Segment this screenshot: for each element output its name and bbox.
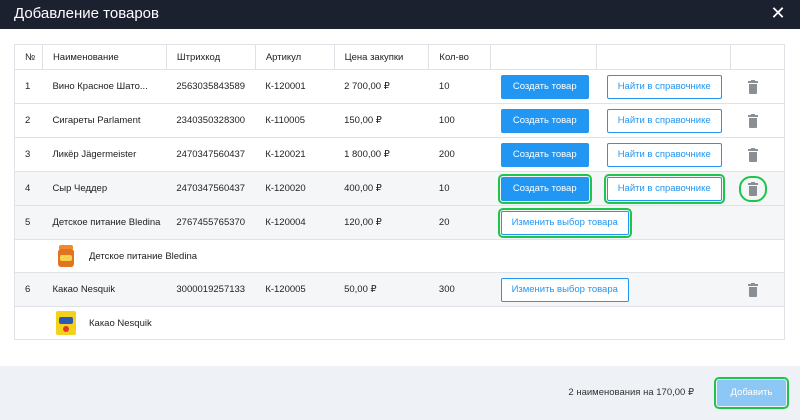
row-name: Ликёр Jägermeister (42, 137, 167, 172)
row-barcode: 2470347560437 (166, 171, 256, 206)
row-qty: 200 (428, 137, 491, 172)
baby-food-jar-image (55, 244, 77, 268)
table-row: 3 Ликёр Jägermeister 2470347560437 К-120… (14, 137, 785, 172)
table-row: 1 Вино Красное Шато... 2563035843589 К-1… (14, 69, 785, 104)
create-product-button[interactable]: Создать товар (497, 173, 592, 204)
trash-icon (747, 282, 759, 297)
dialog-content: № Наименование Штрихкод Артикул Цена зак… (0, 29, 800, 366)
header-qty: Кол-во (428, 44, 492, 70)
row-price: 1 800,00 ₽ (334, 137, 429, 172)
header-action-1 (490, 44, 598, 70)
trash-icon (747, 147, 759, 162)
header-barcode: Штрихкод (166, 44, 256, 70)
selected-product-row: Какао Nesquik (14, 306, 785, 340)
delete-row-button[interactable] (741, 110, 765, 132)
header-price: Цена закупки (334, 44, 430, 70)
row-qty: 300 (428, 272, 491, 307)
find-in-catalog-button[interactable]: Найти в справочнике (606, 74, 722, 99)
row-barcode: 2340350328300 (166, 103, 256, 138)
row-article: К-110005 (255, 103, 335, 138)
row-num: 5 (14, 205, 43, 240)
products-table: № Наименование Штрихкод Артикул Цена зак… (14, 44, 785, 340)
header-delete (730, 44, 785, 70)
dialog-titlebar: Добавление товаров ✕ (0, 0, 800, 29)
selected-product: Какао Nesquik (25, 311, 784, 335)
table-row: 6 Какао Nesquik 3000019257133 К-120005 5… (14, 272, 785, 307)
selection-summary: 2 наименования на 170,00 ₽ (568, 387, 694, 398)
row-barcode: 2767455765370 (166, 205, 256, 240)
row-qty: 10 (428, 69, 491, 104)
row-article: К-120021 (255, 137, 335, 172)
row-name: Сигареты Parlament (42, 103, 167, 138)
close-icon[interactable]: ✕ (770, 3, 786, 23)
row-name: Какао Nesquik (42, 272, 167, 307)
find-in-catalog-button[interactable]: Найти в справочнике (606, 108, 722, 133)
selected-product: Детское питание Bledina (25, 244, 784, 268)
trash-icon (747, 181, 759, 196)
create-product-button[interactable]: Создать товар (500, 142, 589, 167)
selected-product-name: Какао Nesquik (89, 317, 152, 329)
row-barcode: 3000019257133 (166, 272, 256, 307)
row-num: 3 (14, 137, 43, 172)
trash-icon (747, 113, 759, 128)
table-row: 2 Сигареты Parlament 2340350328300 К-110… (14, 103, 785, 138)
row-num: 4 (14, 171, 43, 206)
row-name: Сыр Чеддер (42, 171, 167, 206)
row-num: 2 (14, 103, 43, 138)
delete-row-button[interactable] (741, 279, 765, 301)
header-article: Артикул (255, 44, 335, 70)
row-article: К-120001 (255, 69, 335, 104)
row-name: Детское питание Bledina (42, 205, 167, 240)
create-product-button[interactable]: Создать товар (500, 108, 589, 133)
row-price: 120,00 ₽ (334, 205, 429, 240)
row-barcode: 2470347560437 (166, 137, 256, 172)
selected-product-row: Детское питание Bledina (14, 239, 785, 273)
selected-product-name: Детское питание Bledina (89, 250, 198, 262)
find-in-catalog-button[interactable]: Найти в справочнике (606, 142, 722, 167)
create-product-button[interactable]: Создать товар (500, 74, 589, 99)
dialog-title: Добавление товаров (14, 5, 159, 22)
row-num: 6 (14, 272, 43, 307)
header-action-2 (596, 44, 732, 70)
row-price: 400,00 ₽ (334, 171, 429, 206)
row-article: К-120020 (255, 171, 335, 206)
trash-icon (747, 79, 759, 94)
table-header-row: № Наименование Штрихкод Артикул Цена зак… (14, 44, 785, 70)
find-in-catalog-button[interactable]: Найти в справочнике (603, 173, 725, 204)
change-product-selection-button[interactable]: Изменить выбор товара (497, 207, 632, 238)
delete-row-button[interactable] (738, 175, 767, 202)
row-qty: 20 (428, 205, 491, 240)
delete-row-button[interactable] (741, 76, 765, 98)
cocoa-box-image (55, 311, 77, 335)
row-article: К-120004 (255, 205, 335, 240)
row-barcode: 2563035843589 (166, 69, 256, 104)
row-price: 150,00 ₽ (334, 103, 429, 138)
row-price: 50,00 ₽ (334, 272, 429, 307)
header-num: № (14, 44, 43, 70)
table-row: 5 Детское питание Bledina 2767455765370 … (14, 205, 785, 240)
row-article: К-120005 (255, 272, 335, 307)
table-row: 4 Сыр Чеддер 2470347560437 К-120020 400,… (14, 171, 785, 206)
header-name: Наименование (42, 44, 167, 70)
row-qty: 100 (428, 103, 491, 138)
delete-row-button[interactable] (741, 144, 765, 166)
add-button[interactable]: Добавить (714, 377, 789, 409)
row-qty: 10 (428, 171, 491, 206)
row-price: 2 700,00 ₽ (334, 69, 429, 104)
change-product-selection-button[interactable]: Изменить выбор товара (500, 277, 629, 302)
row-name: Вино Красное Шато... (42, 69, 167, 104)
row-num: 1 (14, 69, 43, 104)
dialog-footer: 2 наименования на 170,00 ₽ Добавить (0, 366, 800, 420)
